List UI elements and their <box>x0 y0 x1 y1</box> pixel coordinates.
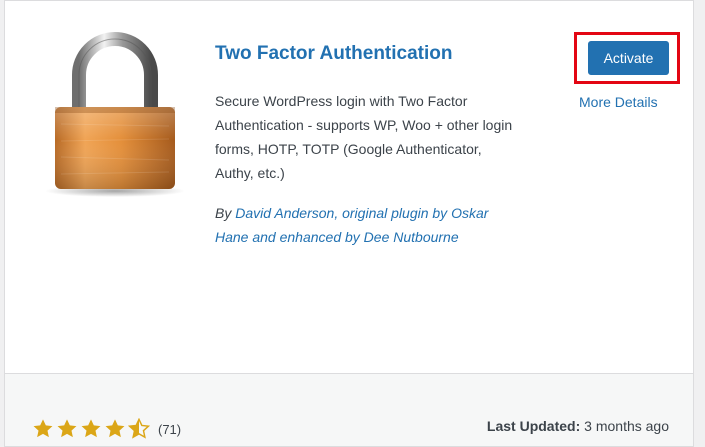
last-updated-value: 3 months ago <box>584 418 669 434</box>
rating-count: (71) <box>158 421 182 437</box>
plugin-card-footer: (71) Last Updated: 3 months ago <box>5 373 693 446</box>
author-prefix: By <box>215 205 236 221</box>
plugin-card: Two Factor Authentication Secure WordPre… <box>4 0 694 447</box>
author-link[interactable]: David Anderson, original plugin by Oskar… <box>215 205 488 245</box>
last-updated-label: Last Updated: <box>486 418 581 434</box>
star-full-icon <box>57 419 77 438</box>
more-details-link[interactable]: More Details <box>579 94 658 110</box>
star-full-icon <box>33 419 53 438</box>
star-rating: (71) <box>32 418 181 440</box>
activate-button[interactable]: Activate <box>588 41 669 75</box>
padlock-icon[interactable] <box>41 29 189 197</box>
star-half-icon <box>128 418 150 439</box>
star-full-icon <box>105 419 125 438</box>
plugin-authors: By David Anderson, original plugin by Os… <box>215 201 505 249</box>
star-full-icon <box>81 419 101 438</box>
plugin-title-link[interactable]: Two Factor Authentication <box>215 43 453 65</box>
plugin-description: Secure WordPress login with Two Factor A… <box>215 93 513 181</box>
last-updated: Last Updated: 3 months ago <box>487 418 669 434</box>
plugin-card-top: Two Factor Authentication Secure WordPre… <box>5 1 693 373</box>
